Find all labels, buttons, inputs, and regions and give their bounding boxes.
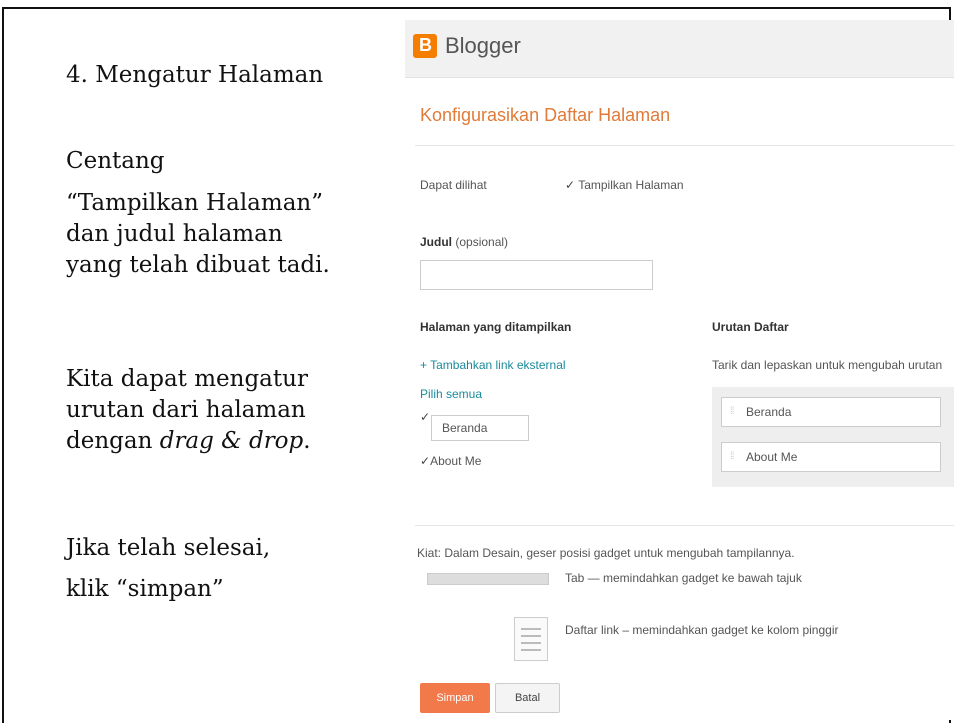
add-external-link[interactable]: + Tambahkan link eksternal: [420, 358, 566, 372]
blogger-header: Blogger: [405, 20, 954, 78]
instruction-centang-4: yang telah dibuat tadi.: [66, 252, 330, 278]
drag-handle-icon[interactable]: ⁞⁞: [730, 406, 734, 417]
save-button[interactable]: Simpan: [420, 683, 490, 713]
visible-label: Dapat dilihat: [420, 178, 487, 192]
select-all-link[interactable]: Pilih semua: [420, 387, 482, 401]
checkmark-icon: ✓: [420, 454, 431, 468]
title-input[interactable]: [420, 260, 653, 290]
instruction-drag-1: Kita dapat mengatur: [66, 366, 308, 392]
order-heading: Urutan Daftar: [712, 320, 789, 334]
page-checkbox-beranda[interactable]: ✓: [420, 410, 430, 424]
divider: [415, 525, 954, 526]
order-hint: Tarik dan lepaskan untuk mengubah urutan: [712, 358, 943, 372]
checkmark-icon: ✓: [420, 410, 431, 424]
list-option-text: Daftar link – memindahkan gadget ke kolo…: [565, 623, 839, 637]
instruction-drag-2: urutan dari halaman: [66, 397, 306, 423]
instruction-centang-1: Centang: [66, 148, 165, 174]
instruction-drag-3: dengan drag & drop.: [66, 428, 311, 454]
tab-option-text: Tab — memindahkan gadget ke bawah tajuk: [565, 571, 802, 585]
order-list: ⁞⁞ Beranda ⁞⁞ About Me: [712, 387, 954, 487]
blogger-logo-icon: [413, 34, 437, 58]
blogger-config-panel: Blogger Konfigurasikan Daftar Halaman Da…: [405, 20, 954, 720]
checkmark-icon: ✓: [565, 178, 576, 192]
blogger-app-name: Blogger: [445, 33, 521, 58]
drag-drop-emphasis: drag & drop: [159, 428, 304, 454]
list-layout-icon: [514, 617, 548, 661]
page-item-beranda[interactable]: Beranda: [431, 415, 529, 441]
drag-handle-icon[interactable]: ⁞⁞: [730, 451, 734, 462]
page-title: Konfigurasikan Daftar Halaman: [420, 105, 671, 125]
cancel-button[interactable]: Batal: [495, 683, 560, 713]
divider: [415, 145, 954, 146]
instruction-save-2: klik “simpan”: [66, 576, 224, 602]
order-item-about-me[interactable]: ⁞⁞ About Me: [721, 442, 941, 472]
instruction-centang-2: “Tampilkan Halaman”: [66, 190, 323, 216]
page-label-about-me: About Me: [430, 454, 482, 468]
order-item-beranda[interactable]: ⁞⁞ Beranda: [721, 397, 941, 427]
page-checkbox-about-me[interactable]: ✓About Me: [420, 454, 481, 468]
pages-shown-heading: Halaman yang ditampilkan: [420, 320, 572, 334]
title-label: Judul (opsional): [420, 235, 509, 249]
show-pages-checkbox[interactable]: ✓ Tampilkan Halaman: [565, 178, 684, 192]
step-title: 4. Mengatur Halaman: [66, 62, 324, 88]
show-pages-label: Tampilkan Halaman: [578, 178, 684, 192]
instruction-centang-3: dan judul halaman: [66, 221, 283, 247]
instruction-save-1: Jika telah selesai,: [66, 535, 271, 561]
tip-text: Kiat: Dalam Desain, geser posisi gadget …: [417, 546, 795, 560]
tab-layout-icon: [427, 573, 549, 585]
